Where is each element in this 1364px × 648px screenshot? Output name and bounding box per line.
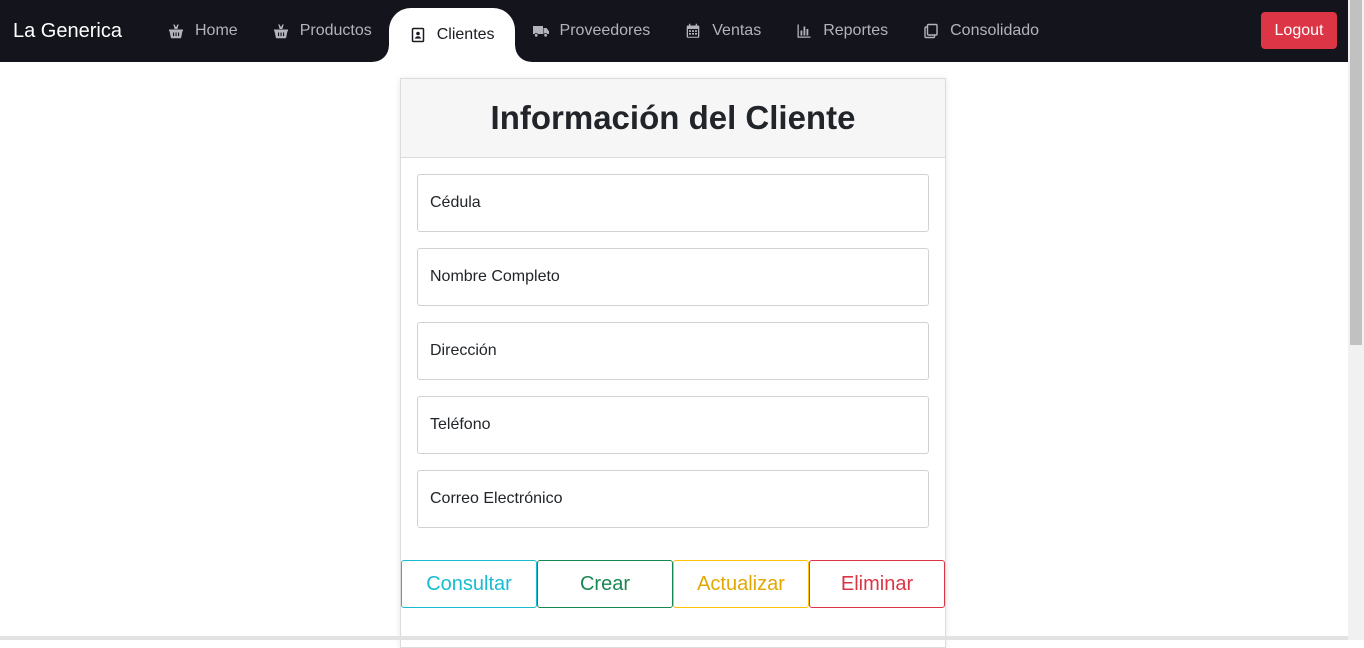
nav-label-home: Home: [195, 22, 238, 39]
contact-card-icon: [409, 26, 427, 44]
copy-icon: [922, 22, 940, 40]
nav-item-home[interactable]: Home: [150, 0, 255, 62]
page-scrollbar[interactable]: [1348, 0, 1364, 640]
nav-item-productos[interactable]: Productos: [255, 0, 389, 62]
nav-item-consolidado[interactable]: Consolidado: [905, 0, 1056, 62]
nav-item-reportes[interactable]: Reportes: [778, 0, 905, 62]
bottom-divider: [0, 636, 1348, 640]
nav-label-productos: Productos: [299, 22, 372, 39]
consultar-button[interactable]: Consultar: [401, 560, 537, 608]
telefono-field[interactable]: [417, 396, 929, 454]
nombre-completo-field[interactable]: [417, 248, 929, 306]
main-nav: Home Productos Clientes Proveedores Vent…: [150, 0, 1056, 62]
nav-item-proveedores[interactable]: Proveedores: [515, 0, 668, 62]
top-navbar: La Generica Home Productos Clientes Prov…: [0, 0, 1348, 62]
eliminar-button[interactable]: Eliminar: [809, 560, 945, 608]
nav-label-reportes: Reportes: [823, 22, 889, 39]
nav-label-consolidado: Consolidado: [950, 22, 1040, 39]
basket-icon: [167, 22, 185, 40]
scrollbar-thumb[interactable]: [1350, 0, 1362, 345]
brand-logo-text[interactable]: La Generica: [13, 18, 122, 44]
logout-button[interactable]: Logout: [1261, 12, 1337, 49]
calendar-icon: [684, 22, 702, 40]
crear-button[interactable]: Crear: [537, 560, 673, 608]
actualizar-button[interactable]: Actualizar: [673, 560, 809, 608]
card-header: Información del Cliente: [401, 79, 945, 158]
basket-icon: [272, 22, 290, 40]
nav-label-ventas: Ventas: [712, 22, 762, 39]
page-title: Información del Cliente: [490, 99, 856, 136]
correo-electronico-field[interactable]: [417, 470, 929, 528]
client-info-card: Información del Cliente Consultar Crear …: [400, 78, 946, 648]
truck-icon: [532, 22, 550, 40]
nav-label-clientes: Clientes: [436, 26, 495, 43]
nav-label-proveedores: Proveedores: [559, 22, 651, 39]
nav-item-ventas[interactable]: Ventas: [667, 0, 778, 62]
bar-chart-icon: [795, 22, 813, 40]
nav-item-clientes[interactable]: Clientes: [372, 8, 531, 62]
direccion-field[interactable]: [417, 322, 929, 380]
cedula-field[interactable]: [417, 174, 929, 232]
